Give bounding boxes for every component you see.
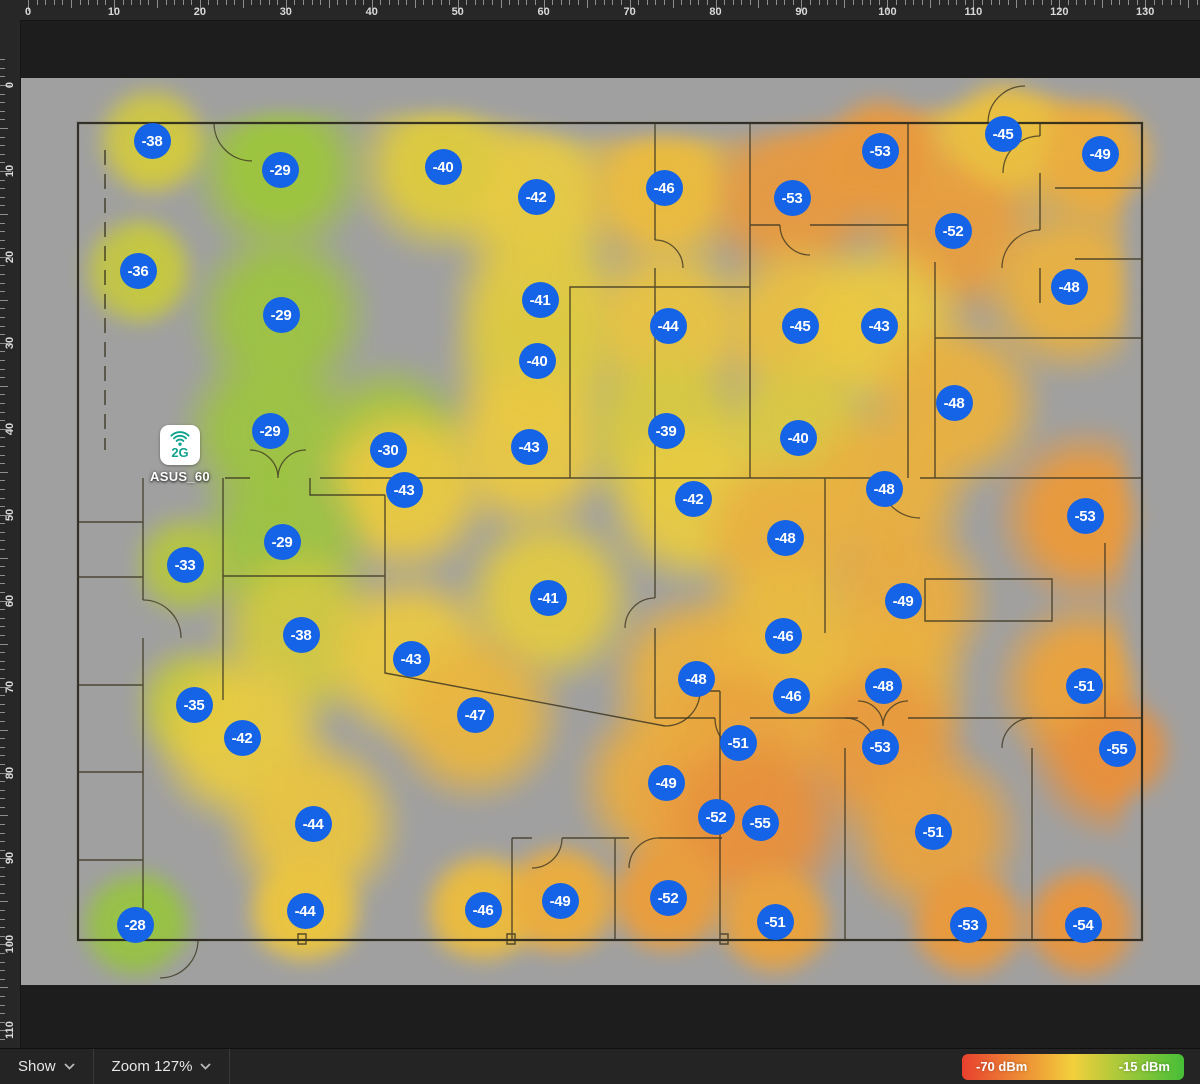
survey-point[interactable]: -39 [648, 413, 685, 449]
survey-point[interactable]: -42 [518, 179, 555, 215]
survey-point[interactable]: -51 [720, 725, 757, 761]
survey-points-layer: -38 -29 -40 -42 -46 -53 -53 -45 -49 -52 -36 -48 -29 -… [20, 78, 1200, 985]
survey-point[interactable]: -45 [782, 308, 819, 344]
survey-point[interactable]: -33 [167, 547, 204, 583]
survey-point[interactable]: -49 [648, 765, 685, 801]
floor-plan[interactable]: -38 -29 -40 -42 -46 -53 -53 -45 -49 -52 -36 -48 -29 -… [20, 78, 1200, 985]
survey-point[interactable]: -49 [1082, 136, 1119, 172]
survey-point[interactable]: -46 [773, 678, 810, 714]
bottom-toolbar: Show Zoom 127% -70 dBm -15 dBm [0, 1048, 1200, 1084]
wifi-icon [168, 431, 192, 446]
survey-point[interactable]: -53 [950, 907, 987, 943]
survey-point[interactable]: -51 [757, 904, 794, 940]
ruler-corner [0, 0, 20, 20]
survey-point[interactable]: -53 [1067, 498, 1104, 534]
survey-point[interactable]: -43 [386, 472, 423, 508]
survey-point[interactable]: -44 [650, 308, 687, 344]
access-point-icon[interactable]: 2G [160, 425, 200, 465]
survey-point[interactable]: -44 [287, 893, 324, 929]
survey-point[interactable]: -55 [1099, 731, 1136, 767]
survey-point[interactable]: -41 [530, 580, 567, 616]
survey-point[interactable]: -42 [675, 481, 712, 517]
ruler-horizontal: 0102030405060708090100110120130 [20, 0, 1200, 21]
survey-point[interactable]: -43 [861, 308, 898, 344]
zoom-menu-label: Zoom 127% [112, 1058, 193, 1075]
survey-point[interactable]: -48 [767, 520, 804, 556]
show-menu-button[interactable]: Show [0, 1049, 93, 1084]
zoom-menu-button[interactable]: Zoom 127% [94, 1049, 230, 1084]
survey-point[interactable]: -48 [1051, 269, 1088, 305]
survey-point[interactable]: -47 [457, 697, 494, 733]
survey-point[interactable]: -48 [865, 668, 902, 704]
survey-point[interactable]: -54 [1065, 907, 1102, 943]
survey-point[interactable]: -38 [134, 123, 171, 159]
survey-point[interactable]: -48 [678, 661, 715, 697]
survey-point[interactable]: -29 [264, 524, 301, 560]
chevron-down-icon [200, 1063, 211, 1070]
survey-point[interactable]: -55 [742, 805, 779, 841]
ruler-vertical: 0102030405060708090100110 [0, 20, 21, 1048]
toolbar-divider [229, 1049, 230, 1084]
survey-point[interactable]: -48 [936, 385, 973, 421]
survey-point[interactable]: -53 [862, 133, 899, 169]
survey-point[interactable]: -30 [370, 432, 407, 468]
survey-point[interactable]: -43 [393, 641, 430, 677]
signal-scale-legend: -70 dBm -15 dBm [962, 1054, 1184, 1080]
survey-point[interactable]: -44 [295, 806, 332, 842]
survey-point[interactable]: -29 [262, 152, 299, 188]
survey-point[interactable]: -53 [862, 729, 899, 765]
survey-point[interactable]: -52 [650, 880, 687, 916]
survey-point[interactable]: -40 [425, 149, 462, 185]
survey-point[interactable]: -49 [542, 883, 579, 919]
access-point[interactable]: 2G ASUS_60 [160, 425, 200, 465]
survey-point[interactable]: -45 [985, 116, 1022, 152]
survey-point[interactable]: -28 [117, 907, 154, 943]
survey-point[interactable]: -40 [519, 343, 556, 379]
survey-point[interactable]: -48 [866, 471, 903, 507]
legend-max-label: -15 dBm [1119, 1054, 1170, 1080]
survey-point[interactable]: -40 [780, 420, 817, 456]
legend-min-label: -70 dBm [976, 1054, 1027, 1080]
survey-point[interactable]: -46 [646, 170, 683, 206]
chevron-down-icon [64, 1063, 75, 1070]
survey-point[interactable]: -49 [885, 583, 922, 619]
access-point-name: ASUS_60 [130, 469, 230, 484]
access-point-band: 2G [171, 447, 188, 459]
survey-point[interactable]: -29 [252, 413, 289, 449]
survey-point[interactable]: -38 [283, 617, 320, 653]
survey-point[interactable]: -52 [698, 799, 735, 835]
survey-point[interactable]: -46 [465, 892, 502, 928]
survey-point[interactable]: -42 [224, 720, 261, 756]
survey-point[interactable]: -41 [522, 282, 559, 318]
survey-point[interactable]: -51 [915, 814, 952, 850]
survey-point[interactable]: -51 [1066, 668, 1103, 704]
survey-canvas[interactable]: -38 -29 -40 -42 -46 -53 -53 -45 -49 -52 -36 -48 -29 -… [20, 20, 1200, 1048]
survey-point[interactable]: -52 [935, 213, 972, 249]
survey-point[interactable]: -29 [263, 297, 300, 333]
survey-point[interactable]: -43 [511, 429, 548, 465]
survey-point[interactable]: -35 [176, 687, 213, 723]
survey-point[interactable]: -46 [765, 618, 802, 654]
show-menu-label: Show [18, 1058, 56, 1075]
survey-point[interactable]: -53 [774, 180, 811, 216]
wifi-survey-app: 0102030405060708090100110120130 01020304… [0, 0, 1200, 1084]
survey-point[interactable]: -36 [120, 253, 157, 289]
